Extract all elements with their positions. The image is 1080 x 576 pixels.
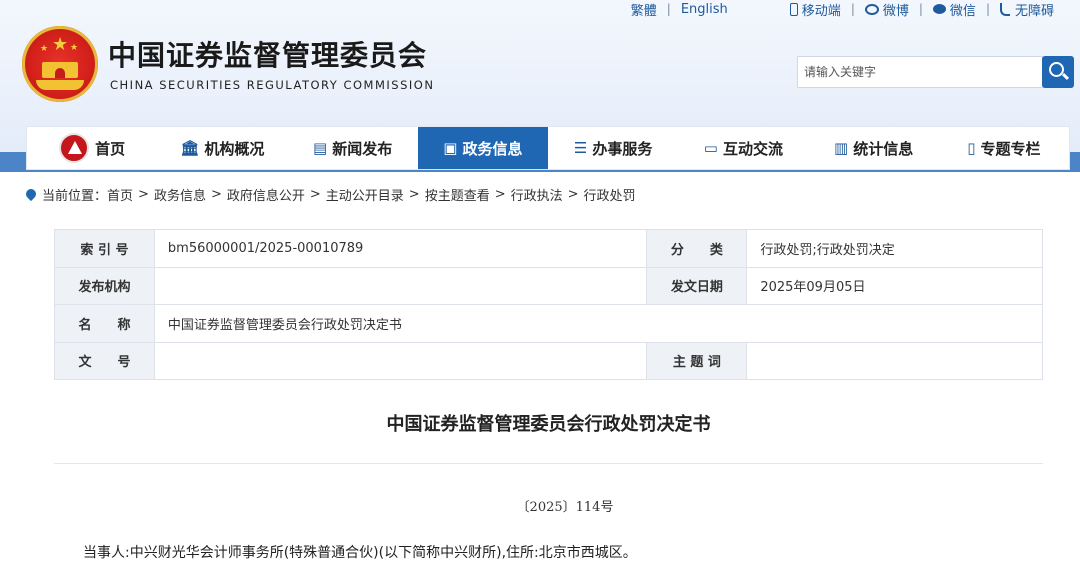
nav-home-label: 首页 <box>95 139 126 158</box>
mobile-label: 移动端 <box>801 3 841 19</box>
breadcrumb-item[interactable]: 按主题查看 <box>425 185 490 204</box>
nav-interaction[interactable]: ▭ 互动交流 <box>678 127 808 169</box>
top-links: 繁體 | English 移动端 | 微博 | 微信 | 无障碍 <box>631 0 1054 19</box>
nav-statistics-label: 统计信息 <box>853 139 914 158</box>
chat-icon: ▭ <box>703 139 718 157</box>
issue-date-label: 发文日期 <box>646 266 748 305</box>
wechat-link[interactable]: 微信 <box>932 0 976 19</box>
table-row: 发布机构 发文日期 2025年09月05日 <box>54 266 1043 305</box>
breadcrumb-item[interactable]: 主动公开目录 <box>326 185 404 204</box>
site-subtitle: CHINA SECURITIES REGULATORY COMMISSION <box>110 78 435 92</box>
accessibility-link[interactable]: 无障碍 <box>999 0 1054 19</box>
document-number: 〔2025〕114号 <box>516 500 614 515</box>
weibo-icon <box>864 3 879 15</box>
site-title[interactable]: 中国证券监督管理委员会 <box>108 34 427 74</box>
news-icon: ▤ <box>313 139 328 157</box>
index-number-value: bm56000001/2025-00010789 <box>153 229 648 268</box>
accessibility-icon <box>999 2 1010 16</box>
topic-icon: ▯ <box>967 139 976 157</box>
nav-topics[interactable]: ▯ 专题专栏 <box>939 127 1069 169</box>
index-number-label: 索 引 号 <box>54 229 155 268</box>
institution-icon: 🏛 <box>180 139 200 157</box>
statistics-icon: ▥ <box>834 139 849 157</box>
breadcrumb-item[interactable]: 首页 <box>107 185 133 204</box>
table-row: 名 称 中国证券监督管理委员会行政处罚决定书 <box>54 304 1044 343</box>
document-name-label: 名 称 <box>54 304 155 343</box>
document-number-label: 文 号 <box>54 341 155 380</box>
accessibility-label: 无障碍 <box>1014 3 1054 19</box>
separator: | <box>985 2 990 16</box>
traditional-chinese-link[interactable]: 繁體 <box>631 0 657 19</box>
nav-institution-label: 机构概况 <box>204 139 265 158</box>
issue-date-value: 2025年09月05日 <box>746 266 1043 305</box>
document-name-value: 中国证券监督管理委员会行政处罚决定书 <box>153 304 1044 343</box>
search-box <box>797 56 1043 88</box>
breadcrumb-item[interactable]: 政务信息 <box>154 185 206 204</box>
breadcrumb: 当前位置： 首页 > 政务信息 > 政府信息公开 > 主动公开目录 > 按主题查… <box>23 185 636 204</box>
category-value: 行政处罚;行政处罚决定 <box>746 229 1043 268</box>
document-title: 中国证券监督管理委员会行政处罚决定书 <box>386 414 711 435</box>
keyword-label: 主 题 词 <box>646 341 748 380</box>
search-button[interactable] <box>1042 56 1074 88</box>
wechat-label: 微信 <box>949 3 976 19</box>
nav-government-info[interactable]: ▣ 政务信息 <box>417 127 548 169</box>
nav-interaction-label: 互动交流 <box>722 139 783 158</box>
breadcrumb-item[interactable]: 行政处罚 <box>584 185 636 204</box>
nav-news[interactable]: ▤ 新闻发布 <box>288 127 418 169</box>
document-number-value <box>153 341 648 380</box>
main-nav: 首页 🏛 机构概况 ▤ 新闻发布 ▣ 政务信息 ☰ 办事服务 ▭ 互动交流 ▥ … <box>26 126 1070 170</box>
separator: | <box>850 2 855 16</box>
search-input[interactable] <box>798 57 1038 87</box>
nav-statistics[interactable]: ▥ 统计信息 <box>809 127 939 169</box>
nav-institution[interactable]: 🏛 机构概况 <box>157 127 287 169</box>
location-pin-icon <box>23 186 39 201</box>
publisher-value <box>153 266 648 305</box>
document-info-table: 索 引 号 bm56000001/2025-00010789 分 类 行政处罚;… <box>54 229 1044 380</box>
government-info-icon: ▣ <box>443 139 458 157</box>
mobile-icon <box>789 2 798 16</box>
table-row: 索 引 号 bm56000001/2025-00010789 分 类 行政处罚;… <box>54 229 1043 268</box>
separator: | <box>666 2 671 16</box>
separator: | <box>918 2 923 16</box>
breadcrumb-item[interactable]: 政府信息公开 <box>227 185 305 204</box>
party-paragraph: 当事人:中兴财光华会计师事务所(特殊普通合伙)(以下简称中兴财所),住所:北京市… <box>83 545 637 561</box>
publisher-label: 发布机构 <box>54 266 155 305</box>
nav-home[interactable]: 首页 <box>27 127 157 169</box>
service-icon: ☰ <box>573 139 588 157</box>
weibo-link[interactable]: 微博 <box>864 0 909 19</box>
keyword-value <box>746 341 1043 380</box>
nav-topics-label: 专题专栏 <box>980 139 1041 158</box>
wechat-icon <box>932 4 946 14</box>
divider <box>54 463 1043 464</box>
csrc-logo-icon <box>59 133 90 163</box>
nav-service[interactable]: ☰ 办事服务 <box>548 127 678 169</box>
mobile-link[interactable]: 移动端 <box>789 0 841 19</box>
breadcrumb-prefix: 当前位置： <box>42 189 108 204</box>
english-link[interactable]: English <box>681 2 728 17</box>
nav-news-label: 新闻发布 <box>332 139 393 158</box>
national-emblem-icon[interactable]: ★ ★ ★ <box>22 26 98 102</box>
breadcrumb-item[interactable]: 行政执法 <box>511 185 563 204</box>
category-label: 分 类 <box>646 229 748 268</box>
nav-government-info-label: 政务信息 <box>462 139 523 158</box>
table-row: 文 号 主 题 词 <box>54 341 1043 380</box>
nav-service-label: 办事服务 <box>592 139 653 158</box>
weibo-label: 微博 <box>882 3 909 19</box>
